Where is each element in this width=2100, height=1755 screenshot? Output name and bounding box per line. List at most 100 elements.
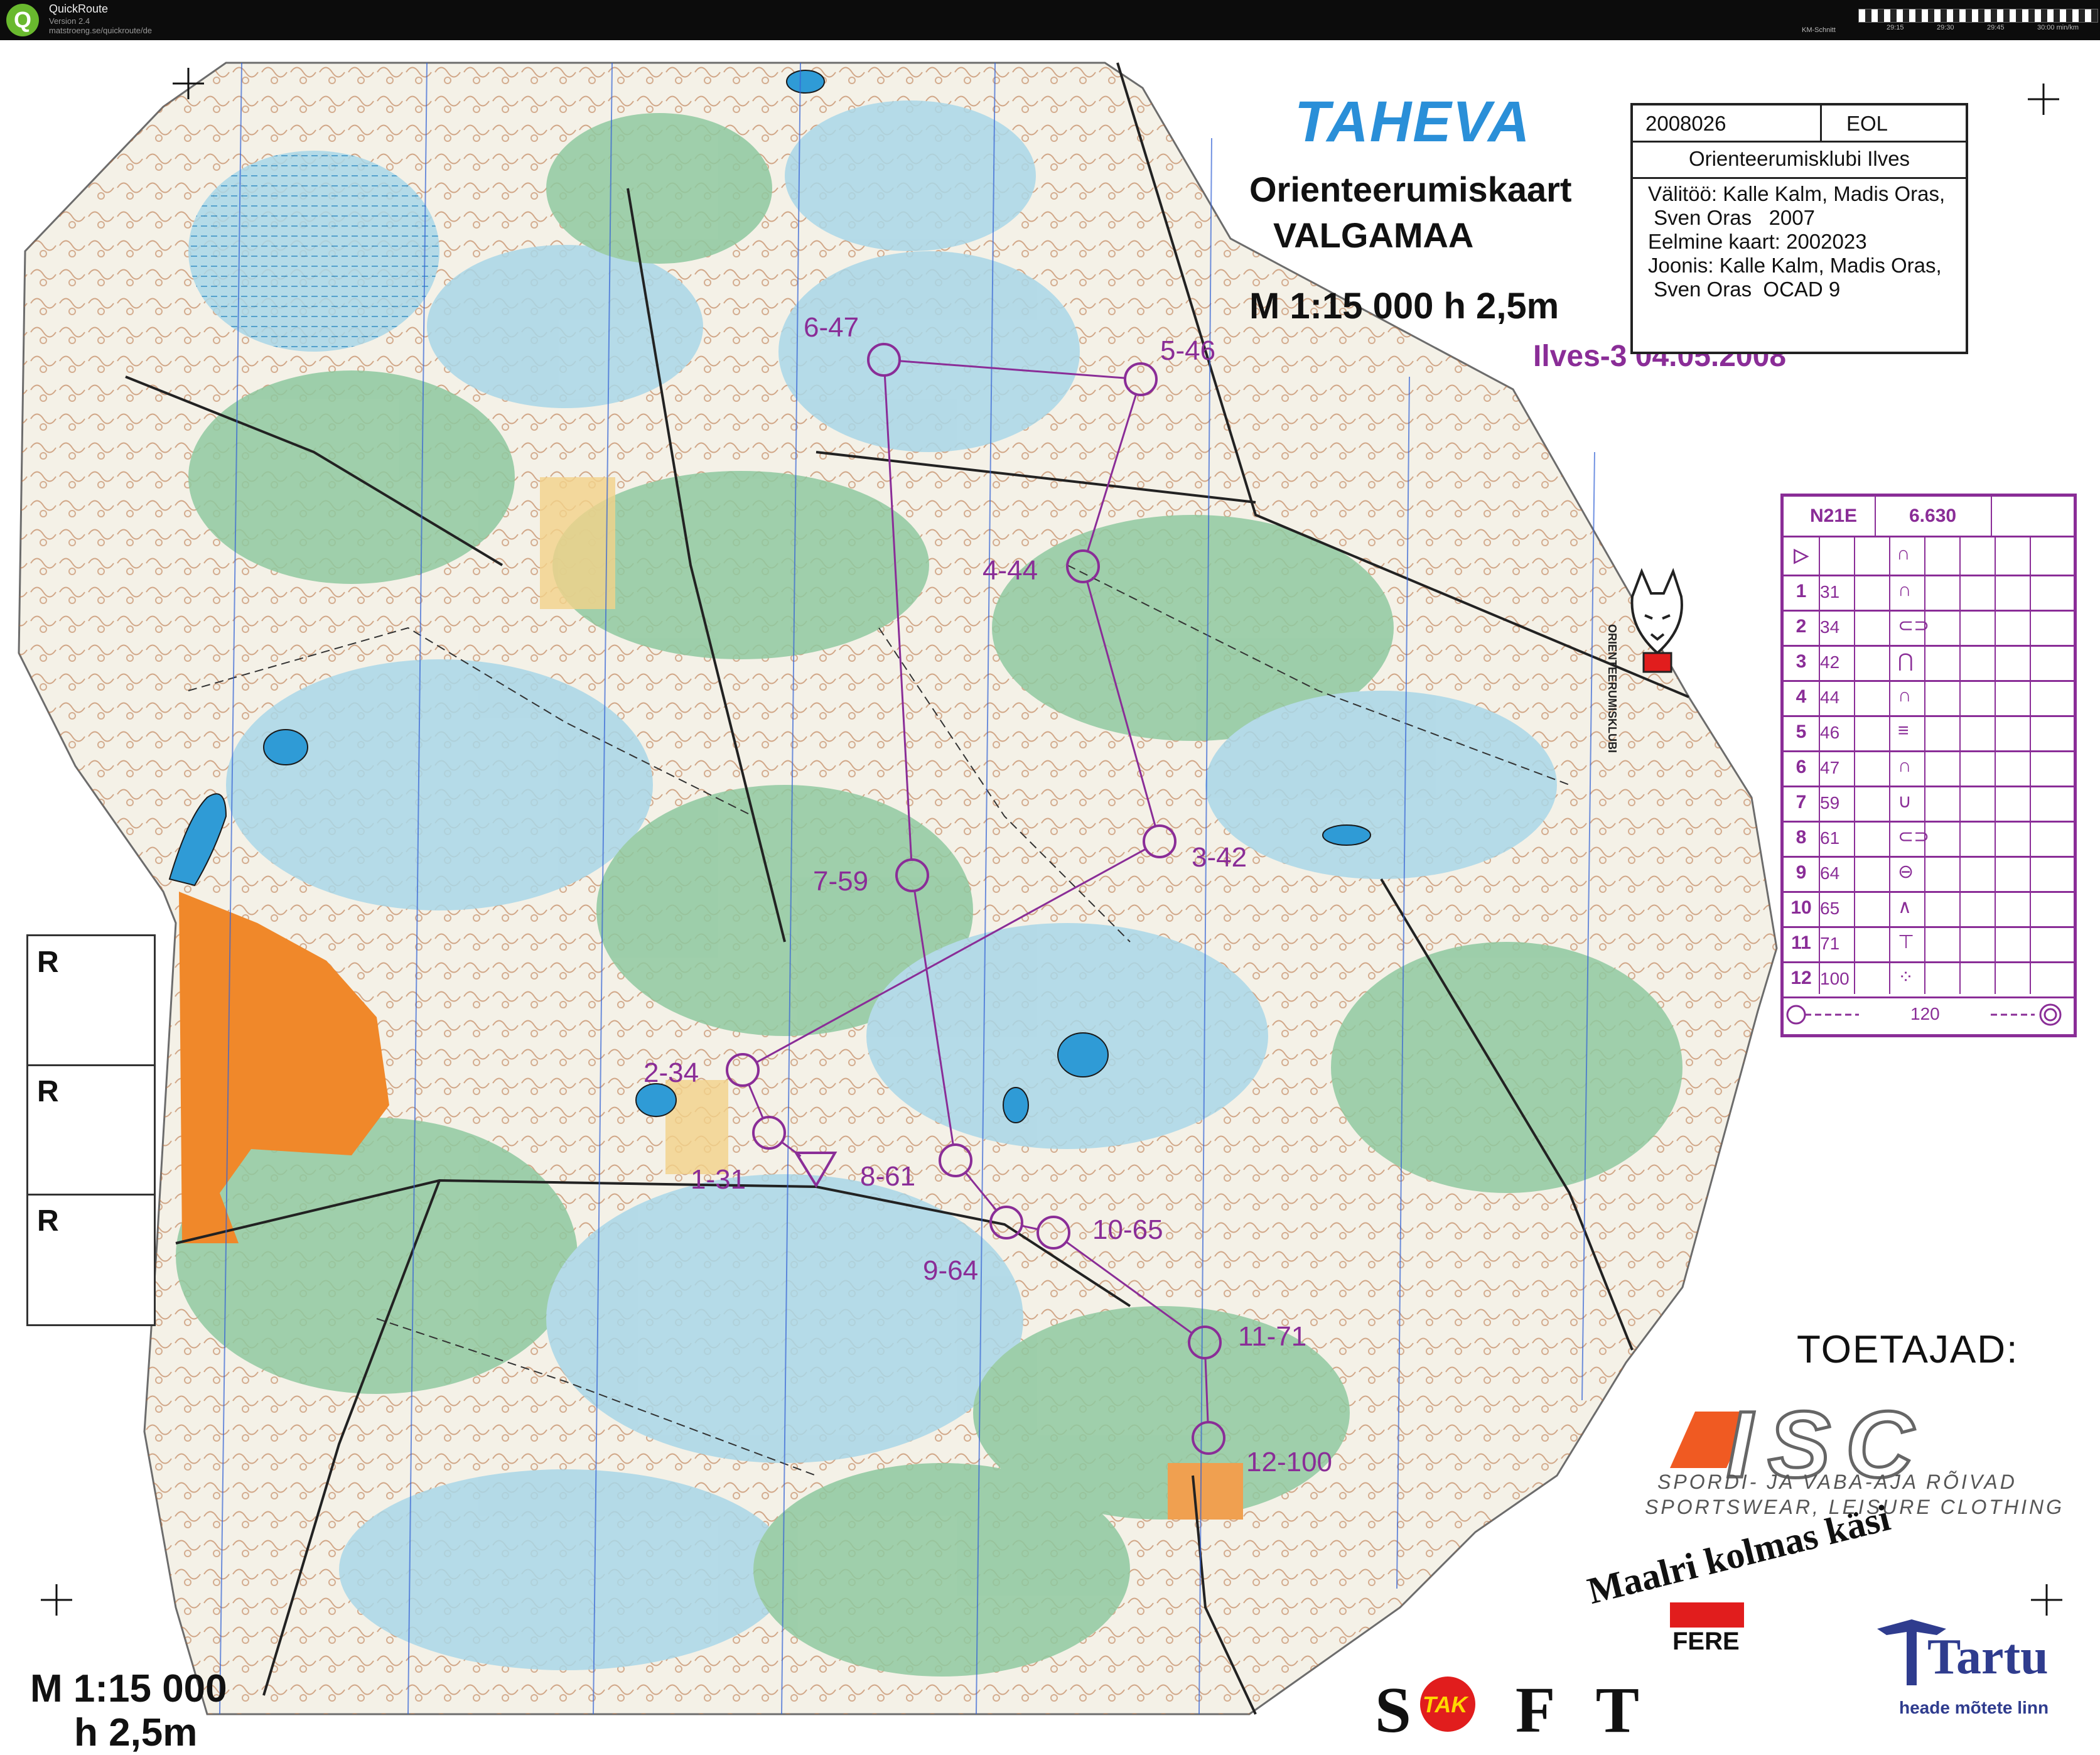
r-cell: R [28,1195,154,1323]
feature-symbol-icon: ⋂ [1898,651,1914,671]
knoll-icon: ∩ [1897,543,1910,564]
cd-control-number: 3 [1796,651,1807,672]
cd-control-number: 4 [1796,686,1807,707]
cd-control-number: 11 [1791,932,1811,953]
cd-control-code: 31 [1820,582,1840,602]
control-label: 7-59 [813,866,868,897]
club-logo-text: ORIENTEERUMISKLUBI [1606,624,1618,753]
map-region: VALGAMAA [1273,215,1474,255]
pace-scale-bar[interactable] [1858,9,2098,23]
cd-control-code: 71 [1820,934,1840,953]
cd-control-number: 12 [1790,968,1812,988]
cd-control-code: 44 [1820,688,1840,707]
r-label: R [37,946,59,979]
club-name: Orienteerumisklubi Ilves [1633,141,1966,179]
cd-control-number: 10 [1790,897,1812,918]
soft-logo-text: S F T [1375,1674,1653,1746]
map-number: 2008026 [1645,112,1726,135]
lynx-club-logo [1630,568,1683,673]
cd-control-code: 46 [1820,723,1840,742]
control-label: 5-46 [1160,335,1215,366]
feature-symbol-icon: ⊤ [1898,932,1915,953]
map-canvas[interactable]: 1-31 2-34 3-42 4-44 5-46 6-47 7-59 8-61 9-64 10-6… [0,40,2100,1754]
app-url: matstroeng.se/quickroute/de [49,26,153,35]
sponsors-title: TOETAJAD: [1797,1328,2019,1371]
app-version: Version 2.4 [49,16,90,26]
feature-symbol-icon: ≡ [1898,720,1909,741]
control-label: 3-42 [1192,842,1247,873]
r-cell: R [28,1066,154,1196]
cd-control-code: 34 [1820,617,1840,637]
course-length: 6.630 [1909,505,1957,526]
r-label: R [37,1075,59,1108]
control-label: 1-31 [691,1164,746,1195]
tak-logo-text: TAK [1423,1692,1468,1717]
cd-header-row: N21E 6.630 [1784,497,2074,537]
r-label: R [37,1204,59,1238]
tartu-logo-text: Tartu [1927,1629,2049,1685]
map-credits: Välitöö: Kalle Kalm, Madis Oras, Sven Or… [1648,182,1945,301]
fere-logo-text: FERE [1667,1628,1745,1656]
course-name: N21E [1810,505,1858,526]
pace-tick: 29:45 [1987,24,2005,31]
credit-line: Joonis: Kalle Kalm, Madis Oras, [1648,254,1942,277]
cd-control-code: 47 [1820,758,1840,777]
pace-scale-label: KM-Schnitt [1802,26,1836,34]
control-label: 10-65 [1092,1214,1163,1245]
pace-tick: 29:15 [1887,24,1904,31]
control-label: 2-34 [643,1057,699,1088]
cd-control-code: 42 [1820,652,1840,672]
cd-control-number: 8 [1796,827,1807,848]
feature-symbol-icon: ⁘ [1898,967,1914,988]
tartu-slogan: heade mõtete linn [1899,1698,2049,1717]
federation: EOL [1846,112,1888,135]
r-boxes: R R R [26,934,156,1326]
title-bar: Q QuickRoute Version 2.4 matstroeng.se/q… [0,0,2100,40]
credit-line: Sven Oras 2007 [1648,206,1815,229]
pace-color-scale[interactable]: KM-Schnitt 29:15 29:30 29:45 30:00 min/k… [1802,9,2098,34]
cd-control-number: 6 [1796,757,1807,777]
control-label: 12-100 [1246,1447,1332,1477]
control-label: 9-64 [923,1255,978,1286]
control-label: 6-47 [804,312,859,343]
divider [1820,105,1822,141]
cd-control-code: 59 [1820,793,1840,813]
feature-symbol-icon: ∪ [1898,791,1912,812]
info-header-row: 2008026 EOL [1633,105,1966,143]
cd-control-code: 100 [1820,969,1850,988]
credit-line: Välitöö: Kalle Kalm, Madis Oras, [1648,182,1946,205]
quickroute-app-icon: Q [6,4,39,36]
r-cell: R [28,936,154,1066]
map-title: TAHEVA [1295,90,1531,154]
pace-tick: 29:30 [1937,24,1954,31]
feature-symbol-icon: ⊖ [1898,861,1914,882]
control-label: 4-44 [983,555,1038,586]
map-subtitle: Orienteerumiskaart [1249,170,1572,209]
map-info-box: 2008026 EOL Orienteerumisklubi Ilves Väl… [1630,103,1968,354]
bottom-scale: M 1:15 000 [30,1667,227,1710]
cd-control-number: 1 [1796,581,1807,602]
cd-control-number: 9 [1796,862,1807,883]
cd-control-code: 61 [1820,828,1840,848]
cd-control-code: 64 [1820,863,1840,883]
pace-tick: 30:00 min/km [2037,24,2079,31]
feature-symbol-icon: ∩ [1898,755,1912,776]
bottom-contour-interval: h 2,5m [74,1711,198,1754]
control-label: 11-71 [1238,1321,1306,1352]
credit-line: Eelmine kaart: 2002023 [1648,230,1867,253]
isc-tagline: SPORDI- JA VABA-AJA RÕIVAD [1657,1471,2017,1493]
feature-symbol-icon: ∩ [1898,685,1912,706]
cd-control-code: 65 [1820,899,1840,918]
cd-finish-row: 120 [1784,995,2074,1034]
feature-symbol-icon: ∩ [1898,580,1912,600]
finish-distance: 120 [1910,1004,1940,1023]
cd-control-number: 5 [1796,721,1807,742]
map-scale: M 1:15 000 h 2,5m [1249,286,1559,327]
cd-control-number: 7 [1796,792,1807,813]
app-name: QuickRoute [49,3,109,15]
credit-line: Sven Oras OCAD 9 [1648,278,1841,301]
start-icon: ▷ [1794,545,1809,566]
cd-control-number: 2 [1796,616,1807,637]
control-label: 8-61 [860,1161,915,1192]
feature-symbol-icon: ∧ [1898,897,1912,917]
